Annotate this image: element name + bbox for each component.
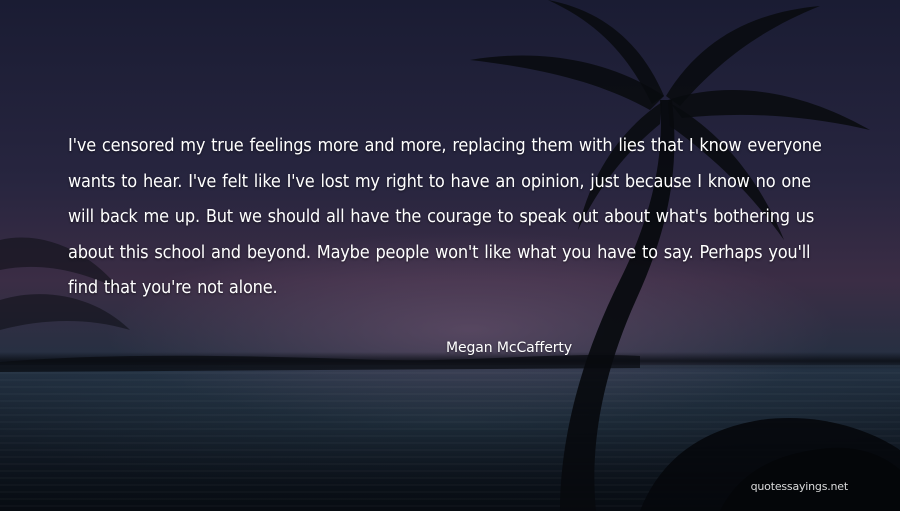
quote-text: I've censored my true feelings more and … <box>68 135 822 298</box>
site-watermark[interactable]: quotessayings.net <box>751 480 849 493</box>
quote-author: Megan McCafferty <box>445 340 572 356</box>
